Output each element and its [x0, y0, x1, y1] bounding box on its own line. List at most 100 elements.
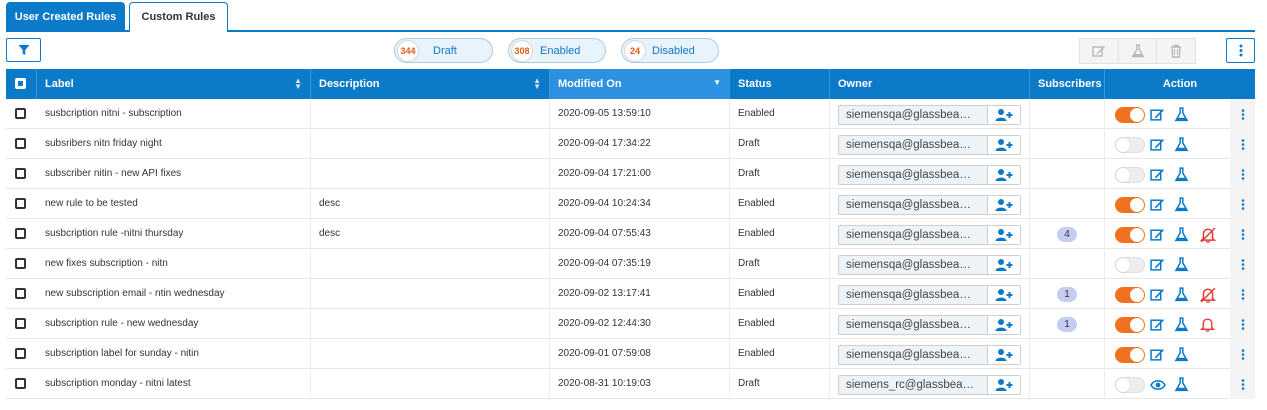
test-rule-button[interactable]: [1173, 166, 1190, 183]
page-menu-button[interactable]: [1226, 38, 1255, 63]
test-rule-button[interactable]: [1173, 286, 1190, 303]
rule-label[interactable]: new fixes subscription - nitn: [37, 249, 311, 279]
kebab-icon: [1241, 258, 1244, 270]
rule-label[interactable]: subscription rule - new wednesday: [37, 309, 311, 339]
assign-owner-button[interactable]: [987, 226, 1020, 244]
flask-icon: [1174, 197, 1189, 212]
column-description[interactable]: Description ▲ ▼: [311, 69, 550, 99]
row-menu-button[interactable]: [1230, 99, 1255, 129]
toggle-knob: [1116, 168, 1130, 182]
filter-button[interactable]: [6, 38, 41, 62]
row-checkbox[interactable]: [15, 378, 26, 389]
select-all-checkbox[interactable]: [15, 78, 26, 89]
disabled-filter-pill[interactable]: 24 Disabled: [621, 38, 719, 63]
edit-rule-button[interactable]: [1149, 226, 1166, 243]
rule-label[interactable]: subscription label for sunday - nitin: [37, 339, 311, 369]
rule-enable-toggle[interactable]: [1115, 227, 1145, 243]
rule-modified-on: 2020-09-05 13:59:10: [550, 99, 730, 129]
edit-rule-button[interactable]: [1149, 346, 1166, 363]
test-rule-button[interactable]: [1173, 376, 1190, 393]
subscriber-count-badge[interactable]: 1: [1057, 317, 1077, 332]
rule-description: [311, 339, 550, 369]
edit-rule-button[interactable]: [1149, 316, 1166, 333]
test-rule-button[interactable]: [1173, 346, 1190, 363]
bulk-delete-button[interactable]: [1157, 39, 1195, 63]
edit-rule-button[interactable]: [1149, 136, 1166, 153]
subscription-alert-button[interactable]: [1199, 226, 1216, 243]
row-checkbox[interactable]: [15, 198, 26, 209]
test-rule-button[interactable]: [1173, 256, 1190, 273]
subscriber-count-badge[interactable]: 4: [1057, 227, 1077, 242]
test-rule-button[interactable]: [1173, 106, 1190, 123]
assign-owner-button[interactable]: [987, 256, 1020, 274]
edit-rule-button[interactable]: [1149, 256, 1166, 273]
rule-enable-toggle[interactable]: [1115, 167, 1145, 183]
assign-owner-button[interactable]: [987, 166, 1020, 184]
assign-owner-button[interactable]: [987, 316, 1020, 334]
tab-user-created-rules[interactable]: User Created Rules: [6, 2, 125, 32]
subscription-alert-button[interactable]: [1199, 316, 1216, 333]
column-modified-on[interactable]: Modified On ▼: [550, 69, 730, 99]
rule-enable-toggle[interactable]: [1115, 377, 1145, 393]
rule-enable-toggle[interactable]: [1115, 257, 1145, 273]
row-checkbox[interactable]: [15, 318, 26, 329]
test-rule-button[interactable]: [1173, 226, 1190, 243]
rule-enable-toggle[interactable]: [1115, 317, 1145, 333]
bulk-test-button[interactable]: [1119, 39, 1158, 63]
draft-filter-pill[interactable]: 344 Draft: [394, 38, 493, 63]
tab-custom-rules[interactable]: Custom Rules: [129, 2, 228, 32]
add-user-icon: [995, 229, 1013, 241]
row-checkbox[interactable]: [15, 228, 26, 239]
subscriber-count-badge[interactable]: 1: [1057, 287, 1077, 302]
row-checkbox[interactable]: [15, 108, 26, 119]
edit-rule-button[interactable]: [1149, 106, 1166, 123]
row-menu-button[interactable]: [1230, 249, 1255, 279]
rule-enable-toggle[interactable]: [1115, 137, 1145, 153]
row-menu-button[interactable]: [1230, 219, 1255, 249]
rule-enable-toggle[interactable]: [1115, 107, 1145, 123]
row-menu-button[interactable]: [1230, 369, 1255, 399]
rule-label[interactable]: subscriber nitin - new API fixes: [37, 159, 311, 189]
row-checkbox[interactable]: [15, 288, 26, 299]
row-checkbox[interactable]: [15, 138, 26, 149]
test-rule-button[interactable]: [1173, 316, 1190, 333]
row-menu-button[interactable]: [1230, 159, 1255, 189]
edit-rule-button[interactable]: [1149, 196, 1166, 213]
rule-label[interactable]: new rule to be tested: [37, 189, 311, 219]
row-menu-button[interactable]: [1230, 339, 1255, 369]
row-checkbox[interactable]: [15, 258, 26, 269]
rule-label[interactable]: susbcription nitni - subscription: [37, 99, 311, 129]
rule-modified-on: 2020-08-31 10:19:03: [550, 369, 730, 399]
subscription-alert-button[interactable]: [1199, 286, 1216, 303]
row-checkbox[interactable]: [15, 168, 26, 179]
sort-desc-icon: ▼: [713, 78, 721, 87]
rule-label[interactable]: new subscription email - ntin wednesday: [37, 279, 311, 309]
rule-label[interactable]: subscription monday - nitni latest: [37, 369, 311, 399]
row-menu-button[interactable]: [1230, 279, 1255, 309]
edit-rule-button[interactable]: [1149, 166, 1166, 183]
rules-table: Label ▲ ▼ Description ▲ ▼ Modified On ▼ St…: [6, 69, 1255, 399]
edit-rule-button[interactable]: [1149, 286, 1166, 303]
bulk-edit-button[interactable]: [1080, 39, 1119, 63]
assign-owner-button[interactable]: [987, 106, 1020, 124]
assign-owner-button[interactable]: [987, 286, 1020, 304]
enabled-filter-pill[interactable]: 308 Enabled: [508, 38, 606, 63]
table-row: subscription rule - new wednesday 2020-0…: [6, 309, 1255, 339]
column-label[interactable]: Label ▲ ▼: [37, 69, 311, 99]
assign-owner-button[interactable]: [987, 376, 1020, 394]
row-menu-button[interactable]: [1230, 129, 1255, 159]
edit-rule-button[interactable]: [1149, 376, 1166, 393]
rule-enable-toggle[interactable]: [1115, 347, 1145, 363]
assign-owner-button[interactable]: [987, 346, 1020, 364]
row-menu-button[interactable]: [1230, 309, 1255, 339]
rule-label[interactable]: subsribers nitn friday night: [37, 129, 311, 159]
row-checkbox[interactable]: [15, 348, 26, 359]
assign-owner-button[interactable]: [987, 136, 1020, 154]
test-rule-button[interactable]: [1173, 136, 1190, 153]
row-menu-button[interactable]: [1230, 189, 1255, 219]
assign-owner-button[interactable]: [987, 196, 1020, 214]
rule-enable-toggle[interactable]: [1115, 197, 1145, 213]
test-rule-button[interactable]: [1173, 196, 1190, 213]
rule-label[interactable]: susbcription rule -nitni thursday: [37, 219, 311, 249]
rule-enable-toggle[interactable]: [1115, 287, 1145, 303]
